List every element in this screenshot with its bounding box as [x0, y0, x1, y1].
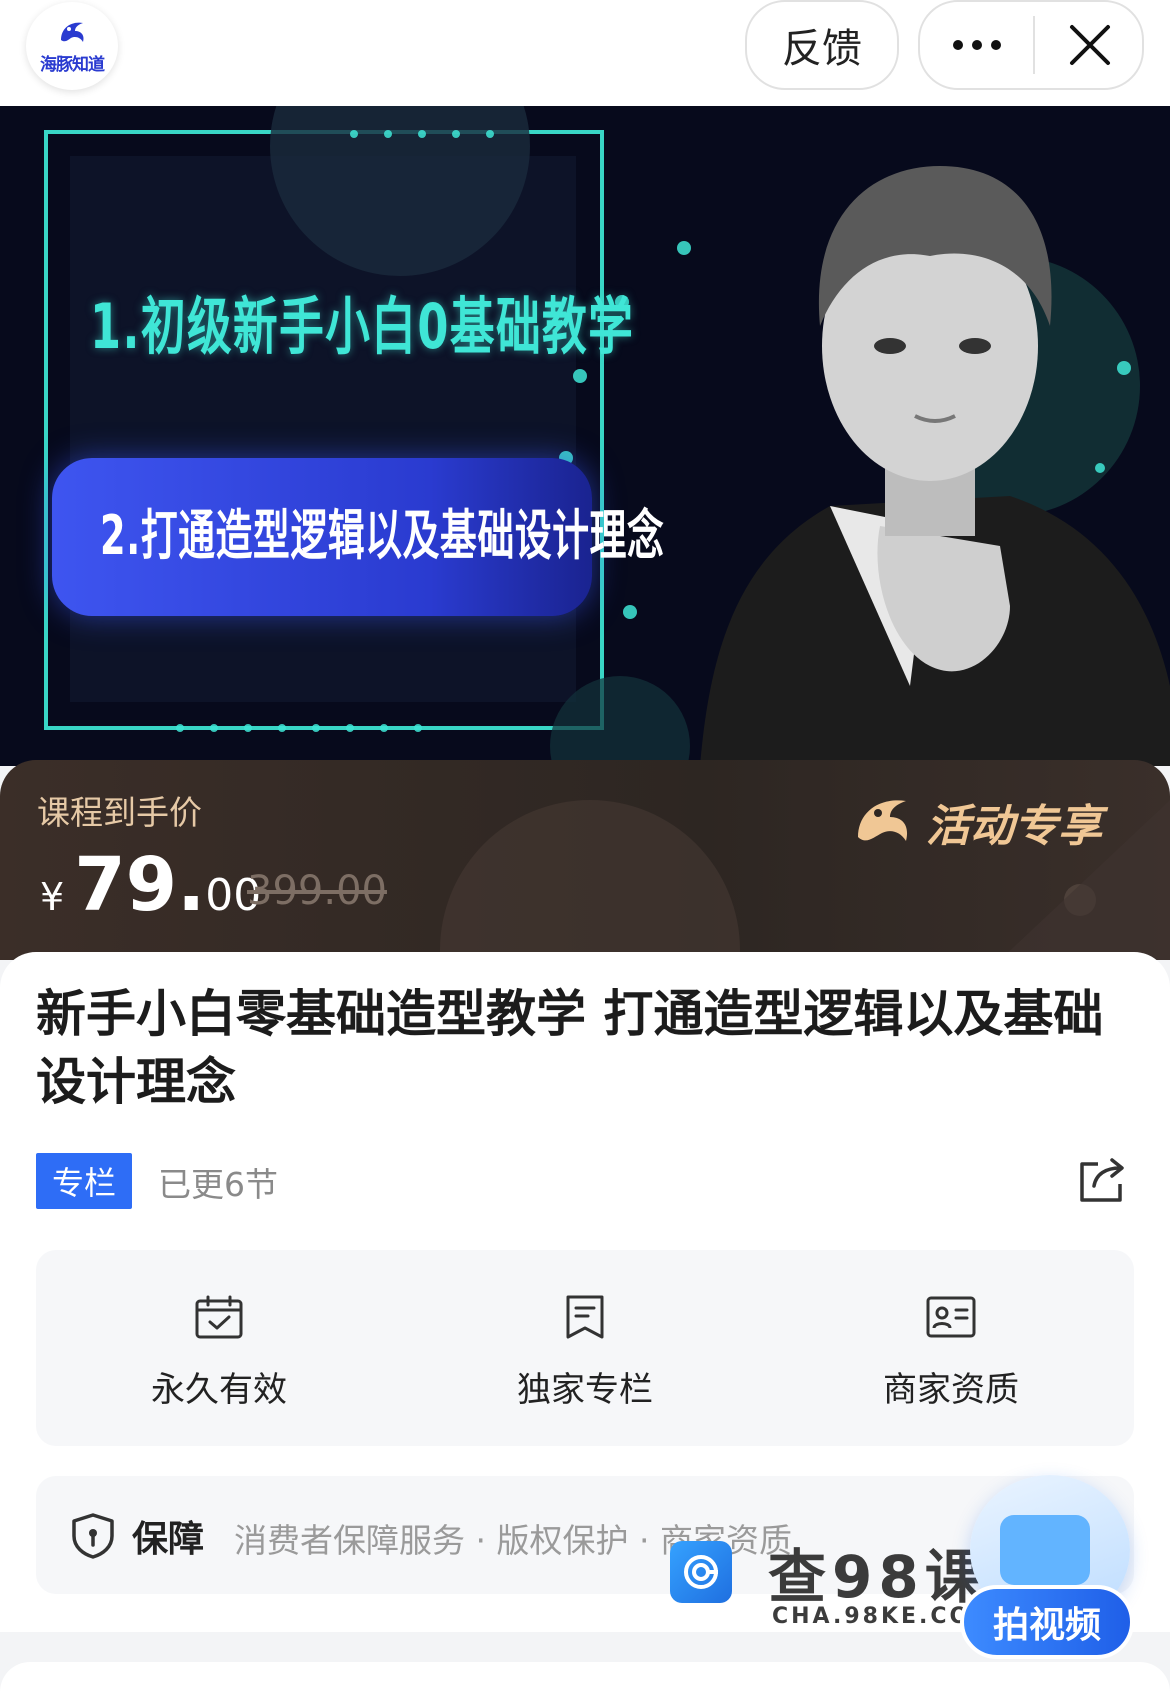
activity-badge: 活动专享 [850, 790, 1102, 854]
dolphin-icon [858, 800, 908, 841]
price-integer: 79. [74, 842, 206, 928]
shoot-video-float[interactable]: 拍视频 [958, 1475, 1138, 1665]
dolphin-logo-icon [61, 22, 84, 42]
logo-text: 海豚知道 [40, 54, 105, 75]
next-section-edge [0, 1662, 1170, 1692]
feature-permanent[interactable]: 永久有效 [36, 1250, 402, 1446]
price-label: 课程到手价 [37, 793, 202, 832]
feature-exclusive[interactable]: 独家专栏 [402, 1250, 768, 1446]
feature-label: 永久有效 [151, 1370, 287, 1410]
original-price: 399.00 [247, 868, 387, 914]
camera-icon [1000, 1515, 1090, 1585]
instructor-photo [700, 166, 1170, 766]
close-button[interactable] [1035, 2, 1144, 88]
share-button[interactable] [1076, 1156, 1128, 1208]
features-panel: 永久有效 独家专栏 商家资质 [36, 1250, 1134, 1446]
more-button[interactable] [920, 2, 1033, 88]
banner-line-2: 2.打通造型逻辑以及基础设计理念 [100, 504, 665, 567]
shoot-video-button[interactable]: 拍视频 [960, 1585, 1134, 1659]
price-bar: 课程到手价 ¥ 79. 00 399.00 活动专享 [0, 760, 1170, 960]
current-price: ¥ 79. 00 [40, 842, 261, 928]
watermark-text: 查98课 [768, 1543, 989, 1611]
column-tag: 专栏 [36, 1153, 132, 1209]
page: 海豚知道 反馈 1.初级新手小白0基础教学 2.打通造型逻辑以及基础设计理念 课… [0, 0, 1170, 1692]
mini-program-capsule [918, 0, 1144, 90]
update-count: 已更6节 [158, 1165, 278, 1204]
shield-icon [72, 1513, 114, 1559]
course-title: 新手小白零基础造型教学 打通造型逻辑以及基础设计理念 [36, 985, 1104, 1111]
more-dots-icon [952, 40, 1001, 50]
id-card-icon [926, 1296, 976, 1338]
banner-line-1: 1.初级新手小白0基础教学 [90, 290, 635, 363]
document-bookmark-icon [566, 1295, 604, 1339]
watermark: 查98课 [670, 1530, 989, 1614]
close-icon [1069, 25, 1110, 65]
app-logo[interactable]: 海豚知道 [26, 2, 118, 90]
feedback-button[interactable]: 反馈 [745, 0, 899, 90]
share-icon [1080, 1158, 1124, 1202]
feature-merchant[interactable]: 商家资质 [768, 1250, 1134, 1446]
watermark-logo-icon [670, 1541, 732, 1603]
activity-label: 活动专享 [926, 801, 1102, 852]
guarantee-title: 保障 [132, 1519, 205, 1560]
course-banner: 1.初级新手小白0基础教学 2.打通造型逻辑以及基础设计理念 [0, 106, 1170, 766]
currency-symbol: ¥ [40, 875, 65, 919]
top-bar: 海豚知道 反馈 [0, 0, 1170, 106]
feature-label: 独家专栏 [517, 1370, 653, 1410]
calendar-check-icon [195, 1295, 243, 1339]
feature-label: 商家资质 [883, 1370, 1019, 1410]
